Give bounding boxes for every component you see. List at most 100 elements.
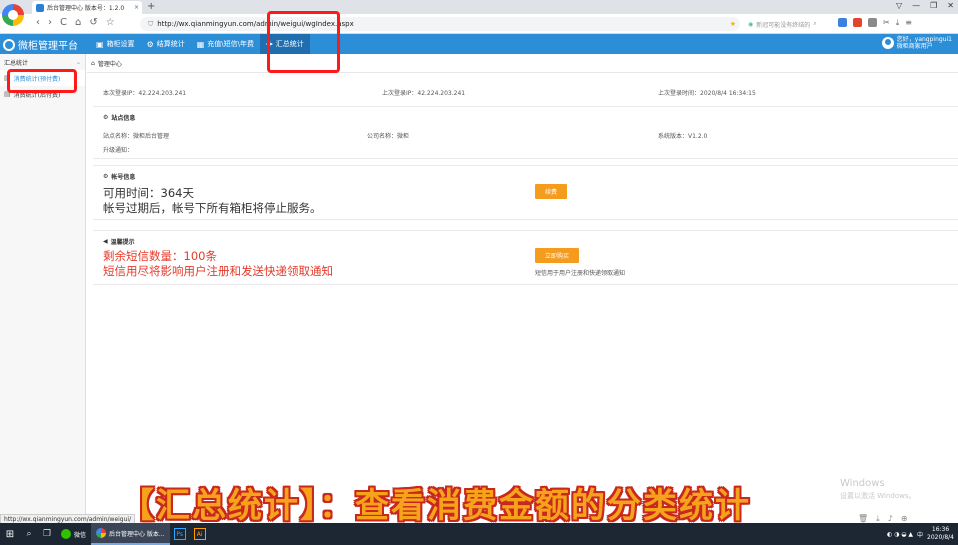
brand-title: 微柜管理平台 <box>18 41 78 52</box>
menu-icon[interactable]: ≡ <box>905 18 912 28</box>
last-login-ip: 上次登录IP：42.224.203.241 <box>382 90 466 97</box>
watermark-line2: 设置以激活 Windows。 <box>840 492 916 500</box>
wechat-icon <box>61 529 71 539</box>
sidebar-group-label: 汇总统计 <box>4 59 29 67</box>
brand-logo-icon <box>3 38 15 51</box>
home-icon: ⌂ <box>91 60 95 67</box>
bookmark-star-icon[interactable]: ☆ <box>106 17 115 28</box>
tips-title: 温馨提示 <box>110 239 135 246</box>
games-icon[interactable] <box>853 18 862 27</box>
forward-icon[interactable]: › <box>48 17 52 28</box>
windows-start-icon[interactable]: ⊞ <box>0 529 20 540</box>
menu-item-label: 充值\短信\年费 <box>207 40 255 48</box>
chevron-down-icon: ⌄ <box>75 58 81 66</box>
user-role: 微柜商家用户 <box>896 43 933 50</box>
sidebar-group-header[interactable]: 汇总统计 ⌄ <box>0 54 85 70</box>
account-info-panel: ⚙ 帐号信息 可用时间：364天 帐号过期后，帐号下所有箱柜将停止服务。 续费 <box>93 165 958 220</box>
sms-note: 短信用于用户注册和快递领取通知 <box>535 270 626 277</box>
windows-activation-watermark: Windows 设置以激活 Windows。 <box>840 478 915 502</box>
last-login-time: 上次登录时间：2020/8/4 16:34:15 <box>658 90 756 97</box>
browser-tab[interactable]: 后台管理中心 版本号：1.2.0 × <box>32 1 142 14</box>
site-name: 站点名称：微柜后台管理 <box>103 133 170 140</box>
system-tray: ◐ ◑ ◒ ▲ 中 16:36 2020/8/4 <box>887 526 958 542</box>
this-login-ip: 本次登录IP：42.224.203.241 <box>103 90 187 97</box>
back-icon[interactable]: ‹ <box>36 17 40 28</box>
site-info-panel: ⚙ 站点信息 站点名称：微柜后台管理 公司名称：微柜 系统版本：V1.2.0 升… <box>93 106 958 159</box>
window-controls: ▽ — ❐ ✕ <box>896 1 954 10</box>
window-menu-icon[interactable]: ▽ <box>896 1 902 10</box>
available-time: 可用时间：364天 <box>103 186 194 200</box>
browser-tools: ✂ ⤓ ≡ <box>838 18 912 28</box>
tab-close-icon[interactable]: × <box>134 4 139 11</box>
menu-item-cabinet-settings[interactable]: ▣ 箱柜设置 <box>90 34 141 54</box>
divider <box>87 72 958 73</box>
system-version: 系统版本：V1.2.0 <box>658 133 708 140</box>
user-info[interactable]: 您好，yangpingui1 微柜商家用户 <box>881 36 952 50</box>
taskbar: ⊞ ⌕ ❐ 微信 后台管理中心 版本... Ps Ai ◐ ◑ ◒ ▲ 中 16… <box>0 523 958 545</box>
search-engine-icon: ◉ <box>748 20 754 28</box>
avatar <box>881 37 894 49</box>
new-tab-button[interactable]: + <box>147 1 155 12</box>
user-greeting: 您好，yangpingui1 <box>896 36 952 43</box>
settings-icon: ⚙ <box>103 173 109 180</box>
taskbar-app-label: 微信 <box>74 531 87 539</box>
site-info-title: 站点信息 <box>111 115 136 122</box>
breadcrumb-label: 管理中心 <box>97 61 122 68</box>
sidebar: 汇总统计 ⌄ ▤ 消费统计(预付费) ▤ 消费统计(后付费) <box>0 54 86 522</box>
browser-search-box[interactable]: ◉ 新冠可能没有终结的 ⌕ <box>748 17 833 31</box>
search-icon[interactable]: ⌕ <box>813 20 816 28</box>
settings-icon: ⚙ <box>103 114 109 121</box>
shield-icon: ⛉ <box>148 19 154 28</box>
menu-item-recharge[interactable]: ▦ 充值\短信\年费 <box>191 34 260 54</box>
photoshop-icon[interactable]: Ps <box>173 528 186 540</box>
tab-title: 后台管理中心 版本号：1.2.0 <box>47 5 125 12</box>
favorite-star-icon[interactable]: ★ <box>730 20 736 28</box>
site-info-header: ⚙ 站点信息 <box>103 113 135 122</box>
screenshot-icon[interactable] <box>868 18 877 27</box>
menu-item-settlement[interactable]: ⚙ 结算统计 <box>141 34 191 54</box>
nav-buttons: ‹ › C ⌂ ↺ ☆ <box>36 17 115 28</box>
task-view-icon[interactable]: ❐ <box>38 529 56 539</box>
cabinet-icon: ▣ <box>96 39 104 49</box>
browser-logo-icon[interactable] <box>2 4 24 26</box>
download-icon[interactable]: ⤓ <box>896 18 900 28</box>
account-info-header: ⚙ 帐号信息 <box>103 172 135 181</box>
minimize-icon[interactable]: — <box>912 1 920 10</box>
tray-icons[interactable]: ◐ ◑ ◒ ▲ <box>887 531 913 538</box>
reload-icon[interactable]: C <box>60 17 67 28</box>
buy-now-button[interactable]: 立即购买 <box>535 248 579 263</box>
search-icon[interactable]: ⌕ <box>20 529 38 539</box>
search-placeholder: 新冠可能没有终结的 <box>756 21 811 29</box>
company-name: 公司名称：微柜 <box>367 133 410 140</box>
taskbar-app-wechat[interactable]: 微信 <box>56 523 91 545</box>
clock-time: 16:36 <box>931 526 950 533</box>
grid-icon: ▦ <box>196 39 205 49</box>
browser-tab-bar: 后台管理中心 版本号：1.2.0 × + ▽ — ❐ ✕ <box>0 0 958 14</box>
menu-item-label: 结算统计 <box>156 40 185 48</box>
speaker-icon: ◀ <box>103 238 108 245</box>
account-info-title: 帐号信息 <box>111 174 136 181</box>
upgrade-notice: 升级通知： <box>103 147 134 154</box>
browser-nav-bar: ‹ › C ⌂ ↺ ☆ ⛉ http://wx.qianmingyun.com/… <box>0 4 958 34</box>
restore-icon[interactable]: ❐ <box>930 1 937 10</box>
renew-button[interactable]: 续费 <box>535 184 567 199</box>
illustrator-icon[interactable]: Ai <box>193 528 206 540</box>
ime-indicator[interactable]: 中 <box>917 530 923 539</box>
watermark-line1: Windows <box>840 478 885 489</box>
undo-icon[interactable]: ↺ <box>89 17 97 28</box>
sms-remaining: 剩余短信数量：100条 <box>103 249 217 263</box>
address-bar[interactable]: ⛉ http://wx.qianmingyun.com/admin/weigui… <box>140 17 740 31</box>
home-icon[interactable]: ⌂ <box>75 17 81 28</box>
video-caption: 【汇总统计】：查看消费金额的分类统计 <box>120 486 751 526</box>
taskbar-app-browser[interactable]: 后台管理中心 版本... <box>91 523 170 545</box>
taskbar-app-label: 后台管理中心 版本... <box>109 530 165 538</box>
apps-icon[interactable] <box>838 18 847 27</box>
app-header: 微柜管理平台 ▣ 箱柜设置 ⚙ 结算统计 ▦ 充值\短信\年费 ✚ 汇总统计 您… <box>0 34 958 54</box>
expiry-warning: 帐号过期后，帐号下所有箱柜将停止服务。 <box>103 201 322 215</box>
clock-date: 2020/8/4 <box>927 534 954 541</box>
close-window-icon[interactable]: ✕ <box>947 1 954 10</box>
scissors-icon[interactable]: ✂ <box>883 18 890 28</box>
menu-item-label: 箱柜设置 <box>106 40 135 48</box>
gear-icon: ⚙ <box>146 39 154 49</box>
clock[interactable]: 16:36 2020/8/4 <box>927 526 954 542</box>
